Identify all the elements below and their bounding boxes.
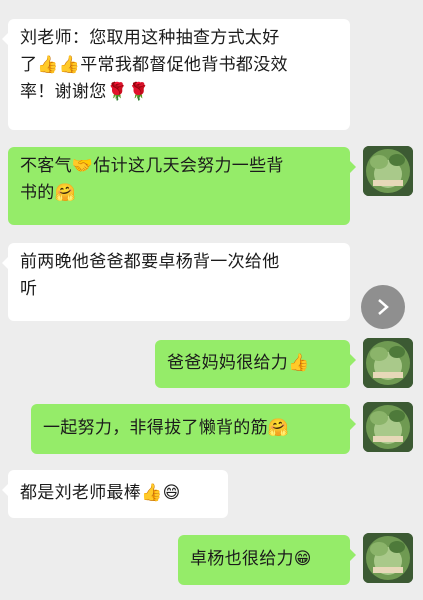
avatar-photo-icon: [363, 338, 413, 388]
outgoing-message-bubble[interactable]: 一起努力，非得拔了懒背的筋🤗: [31, 404, 356, 454]
incoming-message-bubble[interactable]: 刘老师：您取用这种抽查方式太好 了👍👍平常我都督促他背书都没效 率！谢谢您🌹🌹: [2, 19, 350, 130]
message-line: 爸爸妈妈很给力👍: [167, 353, 310, 373]
avatar-photo-icon: [363, 533, 413, 583]
outgoing-message-bubble[interactable]: 不客气🤝估计这几天会努力一些背 书的🤗: [8, 147, 356, 225]
avatar[interactable]: [363, 533, 413, 583]
avatar[interactable]: [363, 338, 413, 388]
forward-button[interactable]: [361, 285, 405, 329]
message-line: 书的🤗: [20, 183, 77, 203]
incoming-message-bubble[interactable]: 前两晚他爸爸都要卓杨背一次给他 听: [2, 243, 350, 321]
avatar-photo-icon: [363, 402, 413, 452]
chevron-right-icon: [378, 299, 389, 315]
avatar-photo-icon: [363, 146, 413, 196]
outgoing-message-bubble[interactable]: 爸爸妈妈很给力👍: [155, 340, 356, 388]
message-line: 听: [20, 279, 38, 299]
avatar[interactable]: [363, 146, 413, 196]
avatar[interactable]: [363, 402, 413, 452]
outgoing-message-bubble[interactable]: 卓杨也很给力😁: [178, 535, 356, 585]
message-line: 前两晚他爸爸都要卓杨背一次给他: [20, 252, 280, 272]
message-line: 不客气🤝估计这几天会努力一些背: [20, 156, 284, 176]
message-line: 都是刘老师最棒👍😄: [20, 483, 181, 503]
message-line: 了👍👍平常我都督促他背书都没效: [20, 55, 288, 75]
message-line: 刘老师：您取用这种抽查方式太好: [20, 28, 280, 48]
message-line: 率！谢谢您🌹🌹: [20, 82, 150, 102]
incoming-message-bubble[interactable]: 都是刘老师最棒👍😄: [2, 470, 228, 518]
message-line: 卓杨也很给力😁: [190, 549, 312, 569]
message-line: 一起努力，非得拔了懒背的筋🤗: [43, 418, 290, 438]
